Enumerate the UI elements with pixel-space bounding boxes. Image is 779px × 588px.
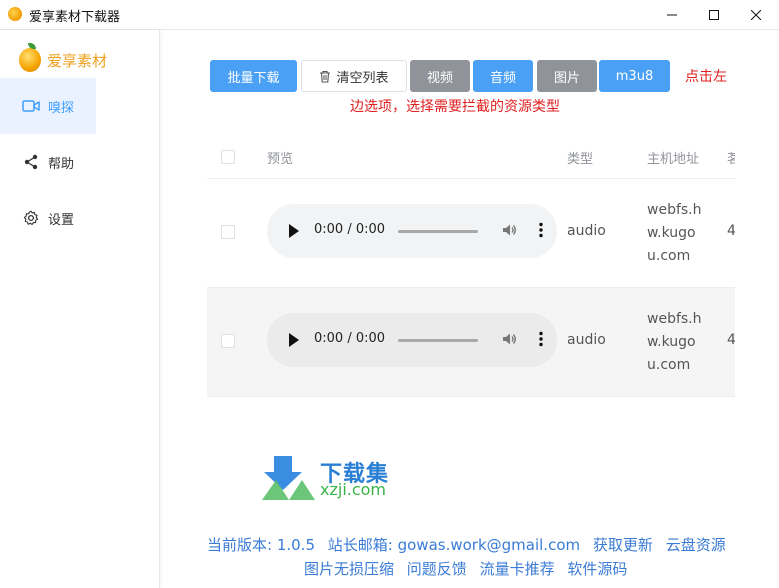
filter-image-button[interactable]: 图片 — [537, 60, 597, 92]
filter-video-button[interactable]: 视频 — [410, 60, 470, 92]
column-header-type: 类型 — [567, 152, 594, 167]
batch-download-button[interactable]: 批量下载 — [210, 60, 297, 92]
sidebar-logo: 爱享素材 — [19, 43, 108, 72]
watermark: 下载集 xzji.com — [262, 456, 388, 504]
sidebar-item-sniff[interactable]: 嗅探 — [0, 78, 96, 134]
cell-host: webfs.hw.kugou.com — [647, 202, 702, 264]
play-icon[interactable] — [289, 224, 299, 238]
volume-icon[interactable] — [501, 331, 517, 351]
feedback-link[interactable]: 问题反馈 — [407, 560, 467, 578]
more-options-icon[interactable] — [539, 331, 543, 351]
minimize-icon — [667, 14, 677, 15]
hint-text-continued: 边选项，选择需要拦截的资源类型 — [350, 99, 560, 115]
seek-bar[interactable] — [398, 339, 478, 342]
app-logo-icon — [8, 7, 22, 21]
window-title: 爱享素材下载器 — [29, 10, 121, 25]
more-options-icon[interactable] — [539, 222, 543, 242]
title-bar: 爱享素材下载器 — [0, 0, 779, 30]
get-update-link[interactable]: 获取更新 — [593, 536, 653, 554]
close-icon — [751, 9, 761, 20]
video-icon — [22, 97, 40, 115]
clear-list-label: 清空列表 — [336, 70, 389, 86]
footer-links-row1: 当前版本: 1.0.5 站长邮箱: gowas.work@gmail.com 获… — [207, 534, 734, 555]
player-time: 0:00 / 0:00 — [314, 331, 386, 346]
audio-player: 0:00 / 0:00 — [267, 313, 557, 367]
maximize-button[interactable] — [691, 0, 737, 29]
resource-table: 预览 类型 主机地址 茗 0:00 / 0:00 audio webfs.hw.… — [207, 130, 735, 398]
close-button[interactable] — [733, 0, 779, 29]
sidebar-item-label: 嗅探 — [48, 100, 75, 116]
minimize-button[interactable] — [649, 0, 695, 29]
gear-icon — [22, 209, 40, 227]
logo-text: 爱享素材 — [47, 51, 108, 70]
sidebar-item-settings[interactable]: 设置 — [0, 190, 96, 246]
cell-size: 4 — [727, 332, 735, 348]
column-header-preview: 预览 — [267, 152, 294, 167]
table-header: 预览 类型 主机地址 茗 — [207, 130, 735, 179]
seek-bar[interactable] — [398, 230, 478, 233]
sidebar-item-help[interactable]: 帮助 — [0, 134, 96, 190]
download-arrow-icon — [262, 456, 315, 500]
image-compress-link[interactable]: 图片无损压缩 — [304, 560, 394, 578]
hint-text: 点击左 — [685, 69, 727, 85]
volume-icon[interactable] — [501, 222, 517, 242]
sidebar: 爱享素材 嗅探 帮助 设置 — [0, 30, 160, 588]
cell-size: 4 — [727, 223, 735, 239]
sim-card-link[interactable]: 流量卡推荐 — [480, 560, 555, 578]
table-row: 0:00 / 0:00 audio webfs.hw.kugou.com 4 — [207, 179, 735, 288]
trash-icon — [320, 70, 331, 83]
table-row: 0:00 / 0:00 audio webfs.hw.kugou.com 4 — [207, 288, 735, 397]
column-header-host: 主机地址 — [647, 152, 700, 167]
maximize-icon — [709, 9, 719, 20]
audio-player: 0:00 / 0:00 — [267, 204, 557, 258]
player-time: 0:00 / 0:00 — [314, 222, 386, 237]
cloud-resources-link[interactable]: 云盘资源 — [666, 536, 726, 554]
play-icon[interactable] — [289, 333, 299, 347]
sidebar-item-label: 设置 — [48, 212, 75, 228]
footer-links-row2: 图片无损压缩 问题反馈 流量卡推荐 软件源码 — [304, 558, 635, 579]
source-code-link[interactable]: 软件源码 — [567, 560, 627, 578]
row-checkbox[interactable] — [221, 334, 235, 348]
filter-m3u8-button[interactable]: m3u8 — [599, 60, 670, 92]
version-text: 当前版本: 1.0.5 — [207, 536, 315, 554]
filter-audio-button[interactable]: 音频 — [473, 60, 533, 92]
share-icon — [22, 153, 40, 171]
cell-type: audio — [567, 332, 606, 348]
cell-type: audio — [567, 223, 606, 239]
sidebar-item-label: 帮助 — [48, 156, 75, 172]
clear-list-button[interactable]: 清空列表 — [301, 60, 407, 92]
row-checkbox[interactable] — [221, 225, 235, 239]
watermark-site: xzji.com — [320, 480, 387, 499]
cell-host: webfs.hw.kugou.com — [647, 311, 702, 373]
orange-logo-icon — [19, 43, 41, 72]
email-link[interactable]: 站长邮箱: gowas.work@gmail.com — [328, 536, 580, 554]
column-header-more: 茗 — [727, 152, 735, 167]
select-all-checkbox[interactable] — [221, 150, 235, 164]
